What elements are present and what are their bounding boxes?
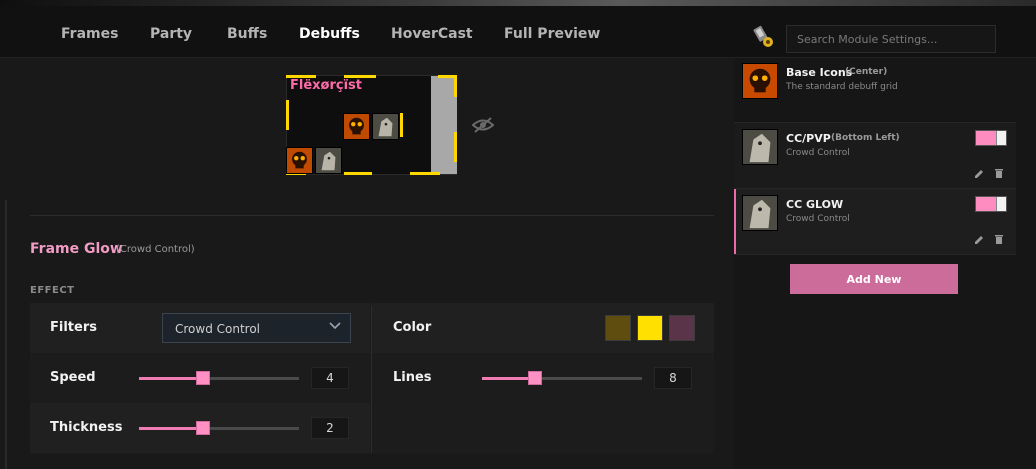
glow-line (454, 75, 457, 97)
speed-slider-thumb[interactable] (196, 371, 210, 385)
edit-icon[interactable] (973, 168, 985, 180)
glow-line (454, 132, 457, 162)
scrollbar-track[interactable] (5, 200, 7, 469)
edit-icon[interactable] (973, 234, 985, 246)
lines-value[interactable]: 8 (654, 367, 692, 389)
module-position: (Bottom Left) (831, 133, 900, 143)
eye-hidden-icon[interactable] (472, 116, 494, 134)
color-swatch-dark-gold[interactable] (605, 315, 631, 341)
module-enable-toggle[interactable] (975, 196, 1007, 212)
module-name[interactable]: Base Icons (786, 66, 852, 79)
tab-buffs[interactable]: Buffs (227, 26, 267, 42)
section-subtitle: (Crowd Control) (116, 244, 195, 255)
horse-icon (742, 129, 778, 165)
module-enable-toggle[interactable] (975, 130, 1007, 146)
column-divider (371, 305, 372, 453)
trash-icon[interactable] (993, 233, 1005, 245)
chevron-down-icon[interactable] (329, 321, 341, 331)
section-divider (30, 215, 714, 216)
module-name[interactable]: CC/PVP (786, 132, 831, 145)
trash-icon[interactable] (993, 167, 1005, 179)
color-label: Color (393, 320, 432, 335)
skull-icon (286, 147, 313, 174)
thickness-label: Thickness (50, 420, 123, 435)
skull-icon (343, 113, 370, 140)
search-input[interactable] (786, 25, 996, 53)
skull-icon (742, 63, 778, 99)
module-settings-icon[interactable] (752, 25, 776, 49)
tab-full-preview[interactable]: Full Preview (504, 26, 600, 42)
speed-value[interactable]: 4 (311, 367, 349, 389)
effect-label: EFFECT (30, 285, 75, 296)
glow-line (286, 100, 289, 130)
horse-icon (372, 113, 399, 140)
glow-line (400, 113, 403, 137)
tab-frames[interactable]: Frames (61, 26, 118, 42)
tab-hovercast[interactable]: HoverCast (391, 26, 473, 42)
glow-line (410, 172, 440, 175)
unit-name: Flëxørçïst (290, 78, 362, 93)
selected-indicator (734, 188, 736, 254)
color-swatch-yellow[interactable] (637, 315, 663, 341)
color-swatch-plum[interactable] (669, 315, 695, 341)
lines-label: Lines (393, 370, 432, 385)
tab-party[interactable]: Party (150, 26, 192, 42)
filters-select[interactable]: Crowd Control (162, 313, 351, 343)
tab-bar: Frames Party Buffs Debuffs HoverCast Ful… (0, 6, 1036, 60)
speed-slider-fill (139, 377, 203, 380)
horse-icon (315, 147, 342, 174)
item-divider (734, 254, 1016, 255)
module-position: (Center) (845, 67, 888, 77)
module-description: Crowd Control (786, 214, 850, 224)
filters-label: Filters (50, 320, 97, 335)
thickness-slider-thumb[interactable] (196, 421, 210, 435)
thickness-value[interactable]: 2 (311, 417, 349, 439)
module-description: The standard debuff grid (786, 82, 898, 92)
module-name[interactable]: CC GLOW (786, 198, 843, 211)
lines-slider-thumb[interactable] (528, 371, 542, 385)
section-title: Frame Glow (30, 241, 123, 257)
item-divider (734, 122, 1016, 123)
item-divider (734, 188, 1016, 189)
add-new-button[interactable]: Add New (790, 264, 958, 294)
thickness-slider-fill (139, 427, 203, 430)
glow-line (344, 172, 372, 175)
speed-label: Speed (50, 370, 96, 385)
module-description: Crowd Control (786, 148, 850, 158)
horse-icon (742, 195, 778, 231)
tab-debuffs[interactable]: Debuffs (299, 26, 360, 42)
